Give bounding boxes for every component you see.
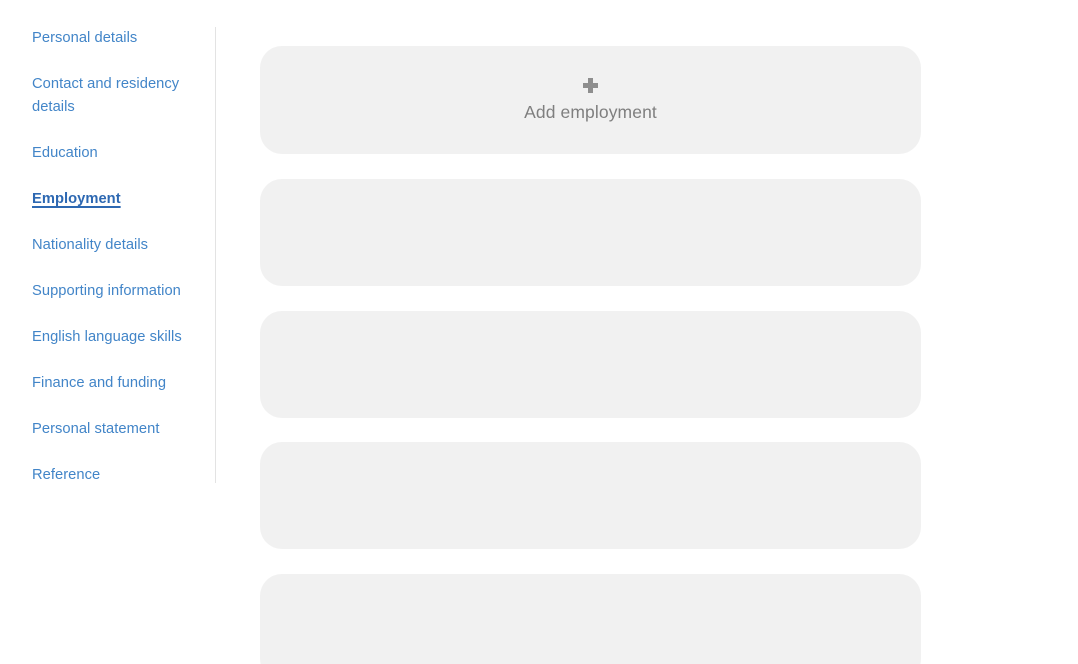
add-employment-card[interactable]: Add employment: [260, 46, 921, 154]
sidebar-item-personal-statement[interactable]: Personal statement: [32, 418, 192, 441]
sidebar-item-contact-and-residency-details[interactable]: Contact and residency details: [32, 73, 192, 118]
sidebar-item-education[interactable]: Education: [32, 142, 192, 165]
sidebar-link-personal-statement[interactable]: Personal statement: [32, 421, 159, 437]
sidebar-link-reference[interactable]: Reference: [32, 467, 100, 483]
employment-placeholder-card[interactable]: [260, 179, 921, 286]
sidebar-item-supporting-information[interactable]: Supporting information: [32, 280, 192, 303]
sidebar-link-finance-and-funding[interactable]: Finance and funding: [32, 375, 166, 391]
sidebar-item-finance-and-funding[interactable]: Finance and funding: [32, 372, 192, 395]
sidebar-item-reference[interactable]: Reference: [32, 464, 192, 487]
employment-content-panel: Add employment: [260, 0, 921, 664]
sidebar-item-english-language-skills[interactable]: English language skills: [32, 326, 192, 349]
sidebar-link-employment[interactable]: Employment: [32, 191, 121, 207]
sidebar-link-english-language-skills[interactable]: English language skills: [32, 329, 182, 345]
sidebar-item-personal-details[interactable]: Personal details: [32, 27, 192, 50]
application-form-page: Personal details Contact and residency d…: [0, 0, 1078, 664]
sidebar-link-contact-and-residency-details[interactable]: Contact and residency details: [32, 73, 192, 118]
employment-placeholder-card[interactable]: [260, 442, 921, 549]
section-navigation-sidebar: Personal details Contact and residency d…: [0, 0, 216, 664]
sidebar-item-employment[interactable]: Employment: [32, 188, 192, 211]
plus-icon: [583, 78, 598, 93]
employment-placeholder-card[interactable]: [260, 311, 921, 418]
sidebar-link-personal-details[interactable]: Personal details: [32, 30, 137, 46]
add-employment-label: Add employment: [524, 102, 657, 122]
sidebar-link-supporting-information[interactable]: Supporting information: [32, 283, 181, 299]
sidebar-divider: [215, 27, 216, 483]
sidebar-item-nationality-details[interactable]: Nationality details: [32, 234, 192, 257]
sidebar-nav-list: Personal details Contact and residency d…: [32, 27, 192, 511]
sidebar-link-education[interactable]: Education: [32, 145, 98, 161]
sidebar-link-nationality-details[interactable]: Nationality details: [32, 237, 148, 253]
employment-placeholder-card[interactable]: [260, 574, 921, 664]
